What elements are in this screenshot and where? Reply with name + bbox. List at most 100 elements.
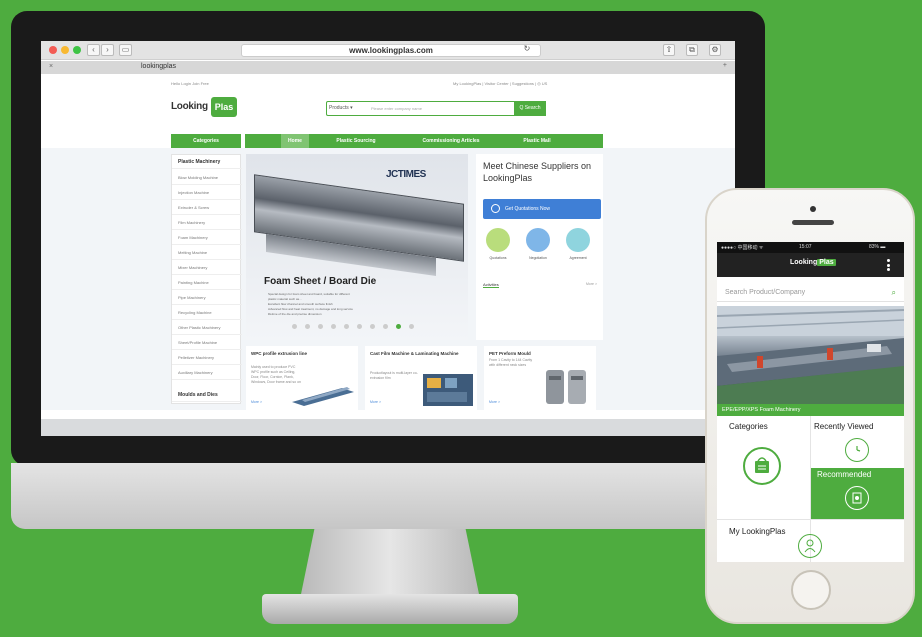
minimize-window-icon[interactable]: [61, 46, 69, 54]
hero-bullet: lifetime of the die and precise dimensio…: [268, 312, 322, 316]
page-footer-strip: [41, 419, 735, 436]
product-card[interactable]: WPC profile extrusion line Mainly used t…: [246, 346, 358, 410]
sidebar-item[interactable]: Sheet/Profile Machine: [172, 336, 242, 350]
activities-more-link[interactable]: More >: [586, 282, 597, 286]
status-time: 15:07: [799, 244, 812, 250]
sidebar-item[interactable]: Recycling Machine: [172, 306, 242, 320]
sidebar-item[interactable]: Melting Machine: [172, 246, 242, 260]
sidebar-item[interactable]: Foam Machinery: [172, 231, 242, 245]
quotations-label: Quotations: [489, 256, 507, 260]
reload-icon[interactable]: ↻: [521, 44, 533, 56]
supplier-panel: Meet Chinese Suppliers on LookingPlas Ge…: [476, 154, 603, 340]
carousel-dot[interactable]: [370, 324, 375, 329]
sidebar-toggle-icon[interactable]: ▭: [119, 44, 132, 56]
tab-title[interactable]: lookingplas: [141, 63, 176, 70]
carousel-dots: [292, 324, 432, 330]
search-category-select[interactable]: Products ▾: [329, 105, 353, 111]
product-card[interactable]: Cast Film Machine & Laminating Machine P…: [365, 346, 477, 410]
tile-categories-label[interactable]: Categories: [729, 422, 768, 431]
tile-divider: [717, 519, 904, 520]
sidebar-item[interactable]: Other Plastic Machinery: [172, 321, 242, 335]
negotiation-icon[interactable]: [526, 228, 550, 252]
home-button[interactable]: [791, 570, 831, 610]
main-nav-bar: Categories Home Plastic Sourcing Commiss…: [171, 134, 603, 148]
mobile-search-bar[interactable]: Search Product/Company ⌕: [717, 284, 904, 302]
sidebar-item[interactable]: Film Machinery: [172, 216, 242, 230]
nav-plastic-mall[interactable]: Plastic Mall: [507, 134, 567, 148]
zoom-window-icon[interactable]: [73, 46, 81, 54]
get-quotations-button[interactable]: Get Quotations Now: [483, 199, 601, 219]
sidebar-item[interactable]: Painting Machine: [172, 276, 242, 290]
tile-recently-viewed-label[interactable]: Recently Viewed: [814, 422, 873, 431]
address-bar[interactable]: www.lookingplas.com: [241, 44, 541, 57]
agreement-icon[interactable]: [566, 228, 590, 252]
carousel-dot[interactable]: [383, 324, 388, 329]
tabs-icon[interactable]: ⧉: [686, 44, 698, 56]
carousel-dot[interactable]: [331, 324, 336, 329]
activities-heading[interactable]: Activities: [483, 282, 499, 288]
sidebar-item[interactable]: Blow Molding Machine: [172, 171, 242, 185]
sidebar-item[interactable]: Auxiliary Machinery: [172, 366, 242, 380]
nav-plastic-sourcing[interactable]: Plastic Sourcing: [321, 134, 391, 148]
factory-banner-image[interactable]: [717, 306, 904, 404]
carousel-dot-active[interactable]: [396, 324, 401, 329]
clock-hands: [856, 446, 861, 452]
settings-icon[interactable]: ⚙: [709, 44, 721, 56]
sidebar-item-plastic-machinery[interactable]: Plastic Machinery: [172, 155, 242, 169]
top-links-right[interactable]: My LookingPlas | Visitor Center | Sugges…: [453, 81, 547, 86]
sidebar-item[interactable]: Mixer Machinery: [172, 261, 242, 275]
carousel-dot[interactable]: [344, 324, 349, 329]
carousel-dot[interactable]: [292, 324, 297, 329]
carousel-dot[interactable]: [357, 324, 362, 329]
get-quotations-label: Get Quotations Now: [505, 206, 551, 212]
supplier-panel-title: Meet Chinese Suppliers on LookingPlas: [483, 161, 592, 183]
nav-home[interactable]: Home: [281, 134, 309, 148]
top-links-left[interactable]: Hello Login Join Free: [171, 81, 209, 86]
card-title: Cast Film Machine & Laminating Machine: [370, 351, 459, 356]
app-logo[interactable]: Looking Plas: [790, 259, 836, 266]
doc-check-icon: [852, 492, 862, 504]
nav-commissioning-articles[interactable]: Commissioning Articles: [401, 134, 501, 148]
more-menu-icon[interactable]: [887, 259, 890, 271]
hero-carousel[interactable]: JCTIMES Foam Sheet / Board Die Special d…: [246, 154, 468, 340]
wpc-line-image: [292, 387, 354, 406]
quotations-icon[interactable]: [486, 228, 510, 252]
carousel-dot[interactable]: [409, 324, 414, 329]
tile-my-lookingplas-label[interactable]: My LookingPlas: [729, 527, 785, 536]
card-more-link[interactable]: More >: [251, 400, 262, 404]
sidebar-item-moulds-and-dies[interactable]: Moulds and Dies: [172, 388, 242, 402]
categories-tab[interactable]: Categories: [171, 134, 245, 148]
card-desc: From 1 Cavity to 144 Cavity with differe…: [489, 358, 533, 367]
carousel-dot[interactable]: [318, 324, 323, 329]
back-button[interactable]: ‹: [87, 44, 100, 56]
sidebar-item[interactable]: Extruder & Screw: [172, 201, 242, 215]
search-icon[interactable]: ⌕: [892, 288, 896, 298]
desktop-browser-window: ‹ › ▭ ≡ www.lookingplas.com ↻ ⇧ ⧉ ⚙ × lo…: [41, 41, 735, 436]
earpiece-speaker: [792, 220, 834, 225]
mobile-app-screen: ●●●●○ 中国移动 ᯤ 15:07 83% ▬ Looking Plas Sea…: [717, 242, 904, 562]
sidebar-item[interactable]: Injection Machine: [172, 186, 242, 200]
banner-caption: EPE/EPP/XPS Foam Machinery: [717, 404, 904, 416]
web-page: Hello Login Join Free My LookingPlas | V…: [41, 74, 735, 436]
search-button[interactable]: Q Search: [514, 101, 546, 116]
tile-recommended-label: Recommended: [817, 470, 872, 479]
new-tab-button[interactable]: +: [723, 62, 727, 69]
close-window-icon[interactable]: [49, 46, 57, 54]
card-more-link[interactable]: More >: [489, 400, 500, 404]
carrier-signal: ●●●●○ 中国移动 ᯤ: [721, 245, 764, 251]
cast-film-image: [423, 374, 473, 406]
mobile-search-input[interactable]: Search Product/Company: [725, 289, 805, 296]
negotiation-label: Negotiation: [529, 256, 547, 260]
share-icon[interactable]: ⇧: [663, 44, 675, 56]
forward-button[interactable]: ›: [101, 44, 114, 56]
close-tab-icon[interactable]: ×: [49, 63, 53, 70]
sidebar-item[interactable]: Pelletizer Machinery: [172, 351, 242, 365]
hero-bullets: Special design for foam sheet and board,…: [268, 292, 388, 317]
product-card[interactable]: PET Preform Mould From 1 Cavity to 144 C…: [484, 346, 596, 410]
logo-badge: Plas: [211, 97, 237, 117]
card-more-link[interactable]: More >: [370, 400, 381, 404]
tile-recommended[interactable]: Recommended: [811, 468, 904, 519]
carousel-dot[interactable]: [305, 324, 310, 329]
search-input[interactable]: Please enter company name: [371, 106, 422, 111]
sidebar-item[interactable]: Pipe Machinery: [172, 291, 242, 305]
